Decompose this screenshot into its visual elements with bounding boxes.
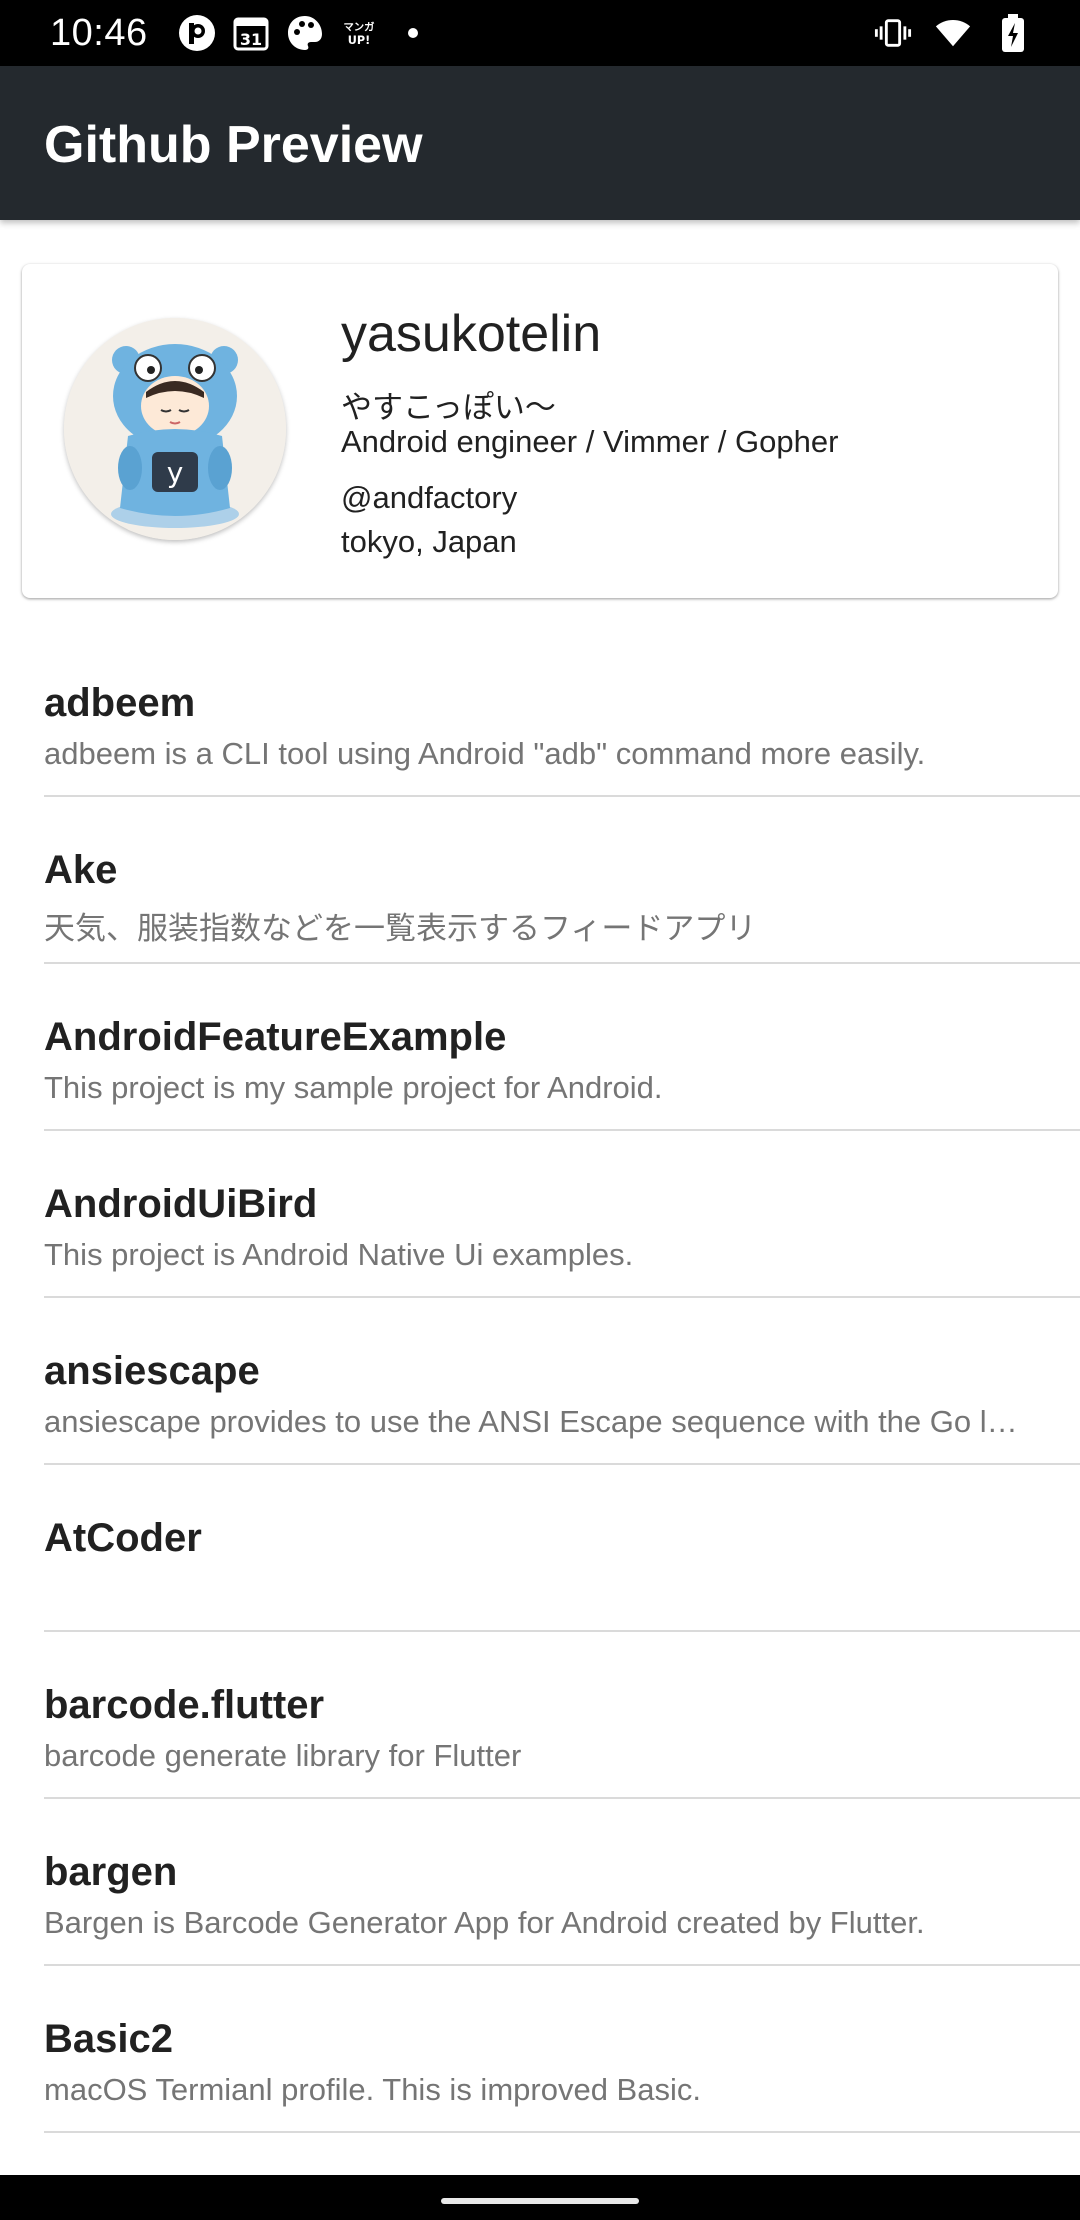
app-title: Github Preview — [44, 116, 423, 174]
pixiv-icon — [178, 14, 216, 52]
repository-name: barcode.flutter — [44, 1683, 325, 1727]
app-bar: Github Preview — [0, 66, 1080, 220]
repository-list: adbeem adbeem is a CLI tool using Androi… — [0, 630, 1080, 2133]
repository-name: ansiescape — [44, 1349, 260, 1393]
navigation-bar — [0, 2175, 1080, 2220]
wifi-icon — [934, 14, 972, 52]
repository-description: This project is Android Native Ui exampl… — [44, 1237, 634, 1272]
repository-item[interactable]: bargen Bargen is Barcode Generator App f… — [0, 1799, 1080, 1966]
avatar-gopher-illustration: y — [64, 318, 286, 540]
repository-item[interactable]: AtCoder — [0, 1465, 1080, 1632]
home-gesture-handle[interactable] — [441, 2198, 639, 2204]
repository-name: Basic2 — [44, 2017, 173, 2061]
profile-bio: Android engineer / Vimmer / Gopher — [341, 424, 839, 459]
repository-description: 天気、服装指数などを一覧表示するフィードアプリ — [44, 911, 757, 946]
profile-company: @andfactory — [341, 480, 518, 515]
notification-icons: 31 マンガ UP! — [178, 14, 432, 52]
palette-icon — [286, 14, 324, 52]
system-icons — [874, 12, 1032, 54]
repository-item[interactable]: AndroidUiBird This project is Android Na… — [0, 1131, 1080, 1298]
more-notifications-dot-icon — [394, 14, 432, 52]
svg-text:マンガ: マンガ — [343, 20, 375, 33]
divider — [44, 2131, 1080, 2133]
profile-location: tokyo, Japan — [341, 524, 517, 559]
svg-text:UP!: UP! — [348, 34, 370, 47]
svg-text:y: y — [167, 456, 184, 489]
battery-charging-icon — [994, 14, 1032, 52]
repository-name: AndroidFeatureExample — [44, 1015, 507, 1059]
profile-name: やすこっぽい〜 — [341, 390, 556, 425]
avatar: y — [64, 318, 286, 540]
repository-description: ansiescape provides to use the ANSI Esca… — [44, 1404, 1029, 1439]
repository-description: barcode generate library for Flutter — [44, 1738, 522, 1773]
status-bar: 10:46 31 マンガ UP! — [0, 0, 1080, 66]
repository-item[interactable]: barcode.flutter barcode generate library… — [0, 1632, 1080, 1799]
repository-item[interactable]: AndroidFeatureExample This project is my… — [0, 964, 1080, 1131]
calendar-day: 31 — [240, 30, 262, 49]
manga-up-icon: マンガ UP! — [340, 14, 378, 52]
repository-description: This project is my sample project for An… — [44, 1070, 663, 1105]
repository-description: macOS Termianl profile. This is improved… — [44, 2072, 701, 2107]
status-time: 10:46 — [50, 12, 148, 54]
repository-description: adbeem is a CLI tool using Android "adb"… — [44, 736, 926, 771]
profile-card[interactable]: y yasukotelin やすこっぽい〜 Android engineer /… — [22, 264, 1058, 598]
repository-name: AndroidUiBird — [44, 1182, 318, 1226]
profile-login: yasukotelin — [341, 305, 602, 363]
repository-description: Bargen is Barcode Generator App for Andr… — [44, 1905, 925, 1940]
repository-item[interactable]: adbeem adbeem is a CLI tool using Androi… — [0, 630, 1080, 797]
repository-name: AtCoder — [44, 1516, 202, 1560]
calendar-icon: 31 — [232, 14, 270, 52]
repository-name: Ake — [44, 848, 118, 892]
repository-name: bargen — [44, 1850, 178, 1894]
repository-name: adbeem — [44, 681, 196, 725]
repository-item[interactable]: Ake 天気、服装指数などを一覧表示するフィードアプリ — [0, 797, 1080, 964]
repository-item[interactable]: ansiescape ansiescape provides to use th… — [0, 1298, 1080, 1465]
vibrate-icon — [874, 14, 912, 52]
repository-item[interactable]: Basic2 macOS Termianl profile. This is i… — [0, 1966, 1080, 2133]
